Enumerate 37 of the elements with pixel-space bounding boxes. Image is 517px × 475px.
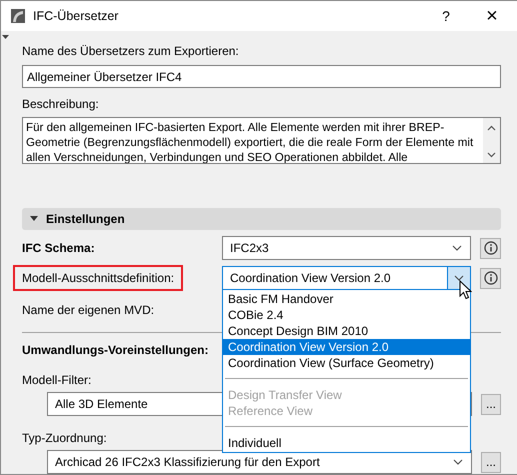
- field-label: Beschreibung:: [22, 96, 99, 112]
- schema-dropdown[interactable]: IFC2x3: [222, 236, 471, 260]
- info-button[interactable]: [480, 238, 501, 258]
- scroll-down-icon[interactable]: [487, 152, 496, 158]
- chevron-down-icon: [452, 245, 462, 251]
- description-line: Für den allgemeinen IFC-basierten Export. Alle Elemente werden mit ihrer BREP-: [26, 120, 446, 135]
- dropdown-option[interactable]: Coordination View (Surface Geometry): [223, 355, 470, 371]
- scroll-up-icon[interactable]: [487, 125, 496, 131]
- app-icon: [11, 9, 25, 23]
- dropdown-option[interactable]: Coordination View Version 2.0: [223, 339, 470, 355]
- window-title: IFC-Übersetzer: [33, 9, 120, 23]
- field-label: Typ-Zuordnung:: [22, 430, 107, 446]
- caret-icon: [30, 216, 38, 222]
- help-button[interactable]: ?: [423, 1, 469, 31]
- name-field[interactable]: Allgemeiner Übersetzer IFC4: [22, 65, 501, 88]
- type-mapping-dropdown[interactable]: Archicad 26 IFC2x3 Klassifizierung für den Export: [47, 450, 472, 474]
- info-button[interactable]: [480, 268, 501, 288]
- dropdown-option[interactable]: Individuell: [223, 435, 470, 451]
- close-button[interactable]: ×: [469, 1, 515, 31]
- mvd-dropdown[interactable]: Coordination View Version 2.0: [222, 266, 471, 290]
- dropdown-option[interactable]: COBie 2.4: [223, 307, 470, 323]
- description-line: Geometrie (Begrenzungsflächenmodell) exportiert, die die reale Form der Elemente mit: [26, 135, 474, 150]
- caret-icon: [2, 35, 9, 39]
- field-label: Name des Übersetzers zum Exportieren:: [22, 43, 239, 59]
- field-label: IFC Schema:: [22, 241, 96, 255]
- description-field[interactable]: [22, 117, 501, 164]
- more-button[interactable]: ...: [481, 452, 501, 472]
- dropdown-option[interactable]: Concept Design BIM 2010: [223, 323, 470, 339]
- section-header[interactable]: Einstellungen: [22, 208, 501, 230]
- field-label: Name der eigenen MVD:: [22, 302, 154, 318]
- more-button[interactable]: ...: [481, 394, 501, 414]
- chevron-down-icon: [453, 459, 463, 465]
- section-label: Umwandlungs-Voreinstellungen:: [22, 342, 208, 358]
- field-label: Modell-Filter:: [22, 372, 92, 388]
- scrollbar[interactable]: [483, 118, 500, 163]
- chevron-down-icon: [454, 275, 464, 281]
- field-label: Modell-Ausschnittsdefinition:: [13, 265, 184, 291]
